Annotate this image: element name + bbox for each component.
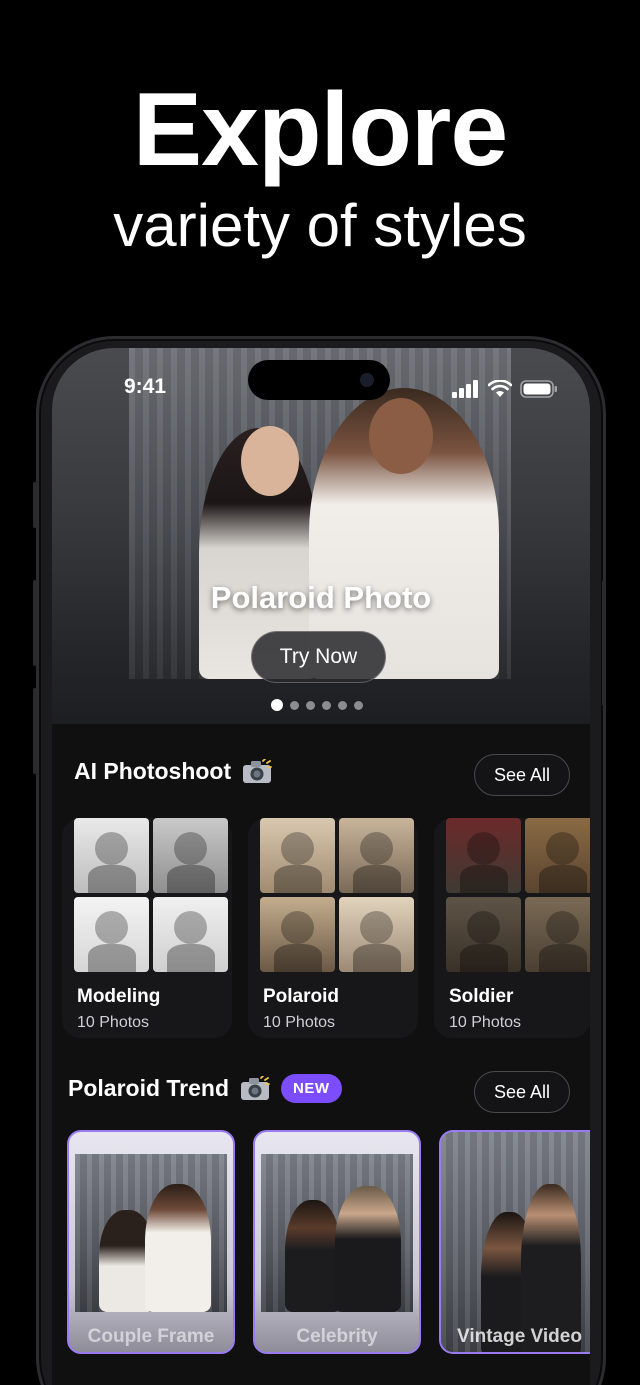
album-thumbnail (74, 897, 149, 972)
see-all-button[interactable]: See All (474, 1071, 570, 1113)
album-thumbnail (260, 818, 335, 893)
status-icons (452, 378, 558, 398)
carousel-indicator[interactable] (271, 699, 363, 711)
battery-icon (520, 380, 557, 398)
headline: Explore (132, 72, 508, 188)
status-time: 9:41 (124, 375, 167, 398)
album-thumbnail (153, 818, 228, 893)
album-thumbnail (525, 818, 590, 893)
album-card-modeling[interactable]: Modeling 10 Photos (62, 818, 232, 1038)
hero-title: Polaroid Photo (210, 580, 432, 615)
subheadline: variety of styles (113, 192, 527, 259)
section-title-text: Polaroid Trend (68, 1075, 230, 1101)
section-title-text: AI Photoshoot (74, 758, 232, 784)
album-count: 10 Photos (449, 1014, 522, 1031)
section-title-ai-photoshoot: AI Photoshoot (74, 758, 273, 785)
trend-card-label: Celebrity (296, 1326, 378, 1347)
person-figure (285, 1200, 341, 1312)
album-thumbnails (74, 818, 228, 972)
album-thumbnail (260, 897, 335, 972)
album-thumbnails (260, 818, 414, 972)
carousel-dot[interactable] (306, 700, 315, 710)
trend-image (441, 1132, 590, 1352)
album-thumbnail (339, 818, 414, 893)
wifi-icon (488, 380, 512, 397)
album-count: 10 Photos (77, 1014, 150, 1031)
person-figure (145, 1184, 211, 1312)
new-badge: NEW (281, 1074, 342, 1103)
try-now-button[interactable]: Try Now (251, 631, 386, 683)
trend-card-label: Vintage Video (457, 1326, 582, 1347)
dynamic-island (248, 360, 390, 400)
album-thumbnail (153, 897, 228, 972)
app-screen: 9:41 Polaroid Photo Try Now AI Photoshoo… (52, 348, 590, 1385)
person-face (241, 426, 299, 496)
album-thumbnails (446, 818, 590, 972)
signal-icon (452, 380, 478, 398)
album-name: Modeling (77, 986, 161, 1007)
carousel-dot[interactable] (290, 700, 299, 710)
person-figure (335, 1186, 401, 1312)
album-count: 10 Photos (263, 1014, 336, 1031)
album-thumbnail (446, 897, 521, 972)
trend-image (75, 1154, 227, 1312)
trend-image (261, 1154, 413, 1312)
album-thumbnail (74, 818, 149, 893)
person-face (369, 398, 433, 474)
trend-card-celebrity[interactable]: Celebrity (253, 1130, 421, 1354)
album-card-polaroid[interactable]: Polaroid 10 Photos (248, 818, 418, 1038)
trend-card-couple-frame[interactable]: Couple Frame (67, 1130, 235, 1354)
trend-card-vintage-video[interactable]: Vintage Video (439, 1130, 590, 1354)
album-name: Polaroid (263, 986, 340, 1007)
album-card-soldier[interactable]: Soldier 10 Photos (434, 818, 590, 1038)
camera-lens-icon (360, 373, 374, 387)
camera-icon (241, 1075, 270, 1100)
app-store-screenshot: Explore variety of styles 9:41 Polaroid … (0, 0, 640, 1385)
album-thumbnail (525, 897, 590, 972)
trend-card-label: Couple Frame (87, 1326, 215, 1347)
phone-side-button (33, 580, 37, 666)
carousel-dot[interactable] (322, 700, 331, 710)
phone-side-button (33, 688, 37, 774)
carousel-dot[interactable] (354, 700, 363, 710)
album-thumbnail (339, 897, 414, 972)
carousel-dot[interactable] (338, 700, 347, 710)
album-thumbnail (446, 818, 521, 893)
section-title-polaroid-trend: Polaroid Trend NEW (68, 1074, 342, 1103)
phone-side-button (602, 580, 606, 706)
see-all-button[interactable]: See All (474, 754, 570, 796)
camera-icon (243, 758, 273, 783)
hero-banner[interactable]: 9:41 Polaroid Photo Try Now (52, 348, 590, 724)
phone-side-button (33, 482, 37, 528)
carousel-dot[interactable] (271, 699, 283, 711)
album-name: Soldier (449, 986, 514, 1007)
